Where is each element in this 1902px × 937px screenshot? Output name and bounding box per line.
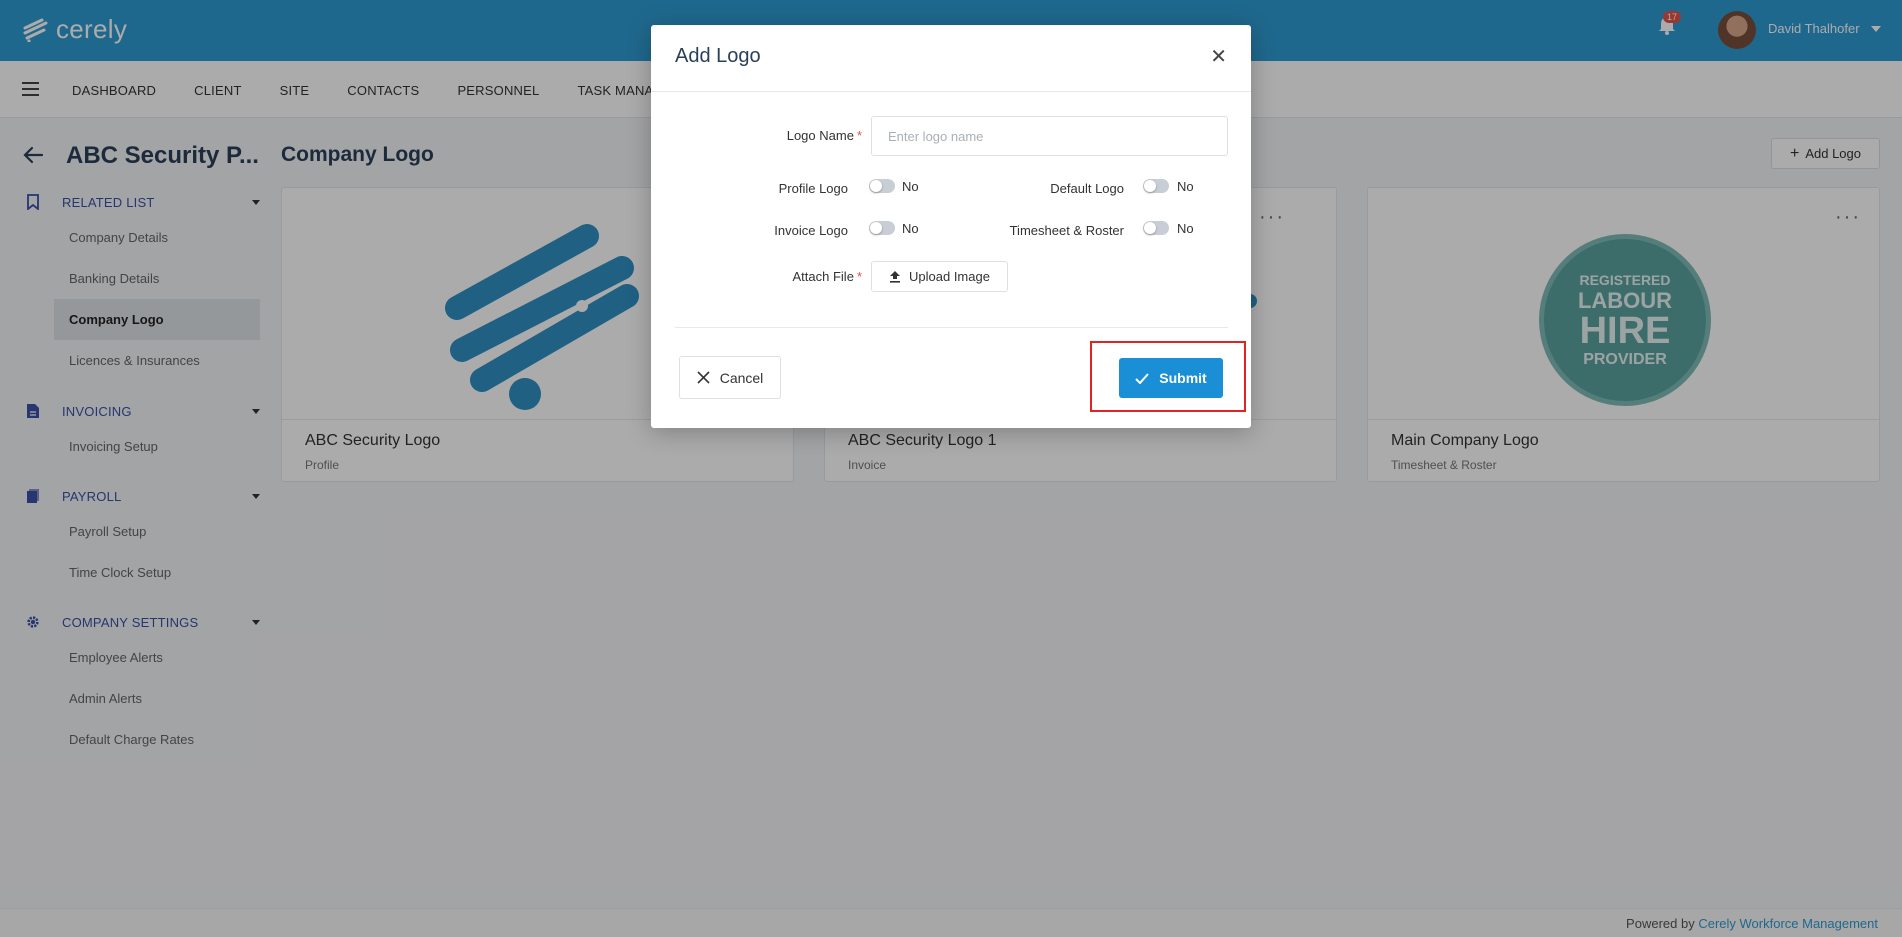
invoice-logo-label: Invoice Logo [774, 223, 848, 238]
profile-logo-value: No [902, 179, 919, 194]
invoice-logo-value: No [902, 221, 919, 236]
upload-image-button[interactable]: Upload Image [871, 261, 1008, 292]
timesheet-roster-value: No [1177, 221, 1194, 236]
timesheet-roster-label: Timesheet & Roster [1009, 223, 1124, 238]
attach-file-label: Attach File * [792, 269, 862, 284]
default-logo-label: Default Logo [1050, 181, 1124, 196]
default-logo-toggle[interactable] [1143, 179, 1169, 193]
invoice-logo-toggle[interactable] [869, 221, 895, 235]
profile-logo-label: Profile Logo [778, 181, 848, 196]
cancel-button[interactable]: Cancel [679, 356, 781, 399]
close-icon[interactable]: ✕ [1210, 44, 1227, 69]
modal-header: Add Logo ✕ [651, 25, 1251, 92]
close-icon [697, 371, 710, 384]
logo-name-input[interactable] [871, 116, 1228, 156]
upload-icon [890, 271, 901, 283]
modal-title: Add Logo [675, 45, 761, 67]
profile-logo-toggle[interactable] [869, 179, 895, 193]
timesheet-roster-toggle[interactable] [1143, 221, 1169, 235]
modal-divider [675, 327, 1228, 328]
submit-highlight-box [1090, 341, 1246, 412]
default-logo-value: No [1177, 179, 1194, 194]
logo-name-label: Logo Name * [786, 128, 862, 143]
